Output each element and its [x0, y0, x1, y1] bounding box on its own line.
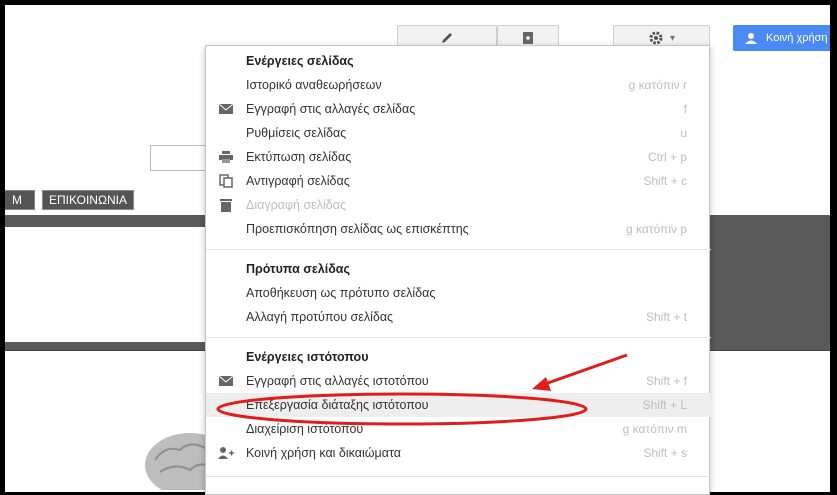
- menu-item-edit-site-layout[interactable]: Επεξεργασία διάταξης ιστότοπου Shift + L: [206, 393, 711, 417]
- share-button[interactable]: Κοινή χρήση: [733, 25, 830, 51]
- menu-item-subscribe-site[interactable]: Εγγραφή στις αλλαγές ιστοτόπου Shift + f: [206, 369, 711, 393]
- nav-tab-contact-label: ΕΠΙΚΟΙΝΩΝΙΑ: [49, 193, 127, 207]
- menu-section-page-actions: Ενέργειες σελίδας: [246, 54, 354, 68]
- menu-item-subscribe-page[interactable]: Εγγραφή στις αλλαγές σελίδας f: [206, 97, 711, 121]
- menu-item-preview-as-viewer[interactable]: Προεπισκόπηση σελίδας ως επισκέπτης g κα…: [206, 217, 711, 241]
- menu-separator: [206, 337, 711, 338]
- menu-section-site-actions: Ενέργειες ιστότοπου: [246, 350, 369, 364]
- menu-item-revision-history[interactable]: Ιστορικό αναθεωρήσεων g κατόπιν r: [206, 73, 711, 97]
- menu-item-save-as-template[interactable]: Αποθήκευση ως πρότυπο σελίδας: [206, 281, 711, 305]
- people-icon: [745, 33, 757, 44]
- envelope-icon: [218, 102, 234, 116]
- chevron-down-icon: ▾: [669, 32, 676, 44]
- nav-tab-partial-label: Μ: [12, 193, 22, 207]
- menu-section-page-templates: Πρότυπα σελίδας: [246, 262, 350, 276]
- menu-item-manage-site[interactable]: Διαχείριση ιστότοπου g κατόπιν m: [206, 417, 711, 441]
- add-person-icon: [218, 446, 234, 460]
- nav-tab-partial[interactable]: Μ: [5, 190, 35, 210]
- menu-item-copy-page[interactable]: Αντιγραφή σελίδας Shift + c: [206, 169, 711, 193]
- menu-item-print-page[interactable]: Εκτύπωση σελίδας Ctrl + p: [206, 145, 711, 169]
- printer-icon: [218, 150, 234, 164]
- gear-icon: [649, 31, 663, 45]
- menu-separator: [206, 476, 711, 477]
- menu-item-page-settings[interactable]: Ρυθμίσεις σελίδας u: [206, 121, 711, 145]
- nav-tab-contact[interactable]: ΕΠΙΚΟΙΝΩΝΙΑ: [42, 190, 134, 210]
- share-button-label: Κοινή χρήση: [766, 32, 828, 44]
- envelope-icon: [218, 374, 234, 388]
- menu-item-delete-page: Διαγραφή σελίδας: [206, 193, 711, 217]
- menu-item-sharing-permissions[interactable]: Κοινή χρήση και δικαιώματα Shift + s: [206, 441, 711, 465]
- menu-separator: [206, 249, 711, 250]
- pencil-icon: [442, 33, 452, 43]
- more-actions-menu: Ενέργειες σελίδας Ιστορικό αναθεωρήσεων …: [205, 45, 711, 495]
- menu-item-change-template[interactable]: Αλλαγή προτύπου σελίδας Shift + t: [206, 305, 711, 329]
- new-page-icon: [523, 32, 533, 44]
- trash-icon: [218, 198, 234, 212]
- copy-icon: [218, 174, 234, 188]
- content-panel: [5, 227, 215, 342]
